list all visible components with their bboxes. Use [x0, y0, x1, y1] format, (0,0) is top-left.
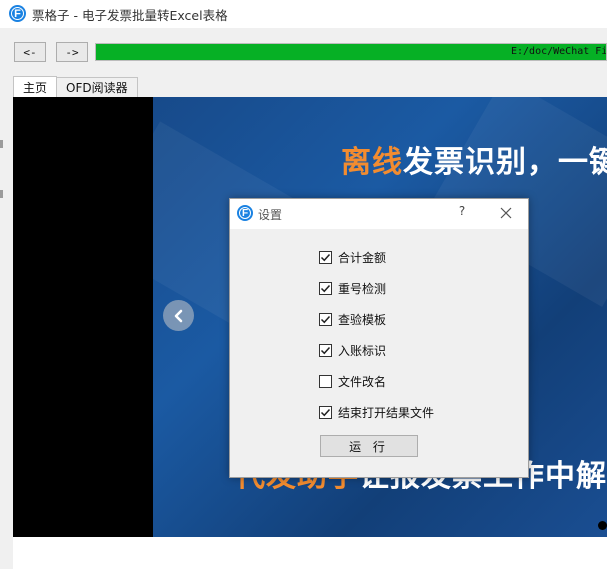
- app-logo-icon: F: [9, 5, 26, 22]
- help-button[interactable]: ?: [455, 204, 469, 222]
- check-icon: [320, 253, 331, 261]
- checkbox[interactable]: [319, 405, 332, 419]
- toolbar: <- -> E:/doc/WeChat Fi: [0, 28, 607, 76]
- option-label: 合计金额: [338, 250, 387, 265]
- option-label: 结束打开结果文件: [338, 405, 435, 420]
- run-button[interactable]: 运 行: [320, 435, 418, 457]
- check-icon: [320, 408, 331, 416]
- tab-bar: 主页 OFD阅读器: [13, 76, 138, 97]
- dialog-title: 设置: [258, 208, 283, 222]
- checkbox[interactable]: [319, 281, 332, 295]
- option-open-result-file[interactable]: 结束打开结果文件: [319, 404, 434, 420]
- checkbox[interactable]: [319, 250, 332, 264]
- option-label: 入账标识: [338, 343, 387, 358]
- left-edge-mark: [0, 190, 3, 198]
- option-label: 重号检测: [338, 281, 387, 296]
- carousel-dot[interactable]: [598, 521, 607, 530]
- chevron-left-icon: [174, 309, 182, 322]
- headline-rest: 发票识别，一键: [403, 145, 607, 180]
- check-icon: [320, 346, 331, 354]
- headline-accent: 离线: [341, 145, 403, 180]
- app-window: F 票格子 - 电子发票批量转Excel表格 <- -> E:/doc/WeCh…: [0, 0, 607, 569]
- app-logo-icon: F: [237, 205, 253, 221]
- checkbox[interactable]: [319, 374, 332, 388]
- checkbox[interactable]: [319, 312, 332, 326]
- tab-ofd-reader[interactable]: OFD阅读器: [56, 77, 138, 97]
- title-bar: F 票格子 - 电子发票批量转Excel表格: [0, 0, 607, 28]
- check-icon: [320, 284, 331, 292]
- option-label: 查验模板: [338, 312, 387, 327]
- check-icon: [320, 315, 331, 323]
- settings-dialog: F 设置 ? 合计金额 重号检测 查验模板 入账标识 文件改名 结束打开结果文件…: [229, 198, 529, 478]
- carousel-prev-button[interactable]: [163, 300, 194, 331]
- progress-text: E:/doc/WeChat Fi: [511, 46, 607, 57]
- option-total-amount[interactable]: 合计金额: [319, 249, 386, 265]
- close-button[interactable]: [496, 203, 516, 223]
- forward-button[interactable]: ->: [56, 42, 88, 62]
- banner-headline: 离线发票识别，一键: [341, 137, 607, 181]
- back-button[interactable]: <-: [14, 42, 46, 62]
- option-duplicate-check[interactable]: 重号检测: [319, 280, 386, 296]
- content-footer: [13, 537, 607, 569]
- tab-home[interactable]: 主页: [13, 76, 58, 97]
- option-label: 文件改名: [338, 374, 387, 389]
- left-edge-mark: [0, 140, 3, 148]
- option-booking-mark[interactable]: 入账标识: [319, 342, 386, 358]
- checkbox[interactable]: [319, 343, 332, 357]
- window-title: 票格子 - 电子发票批量转Excel表格: [32, 8, 228, 23]
- progress-bar: E:/doc/WeChat Fi: [95, 43, 607, 61]
- option-rename-file[interactable]: 文件改名: [319, 373, 386, 389]
- dialog-title-bar: F 设置 ?: [230, 199, 528, 229]
- close-icon: [500, 207, 512, 219]
- option-verify-template[interactable]: 查验模板: [319, 311, 386, 327]
